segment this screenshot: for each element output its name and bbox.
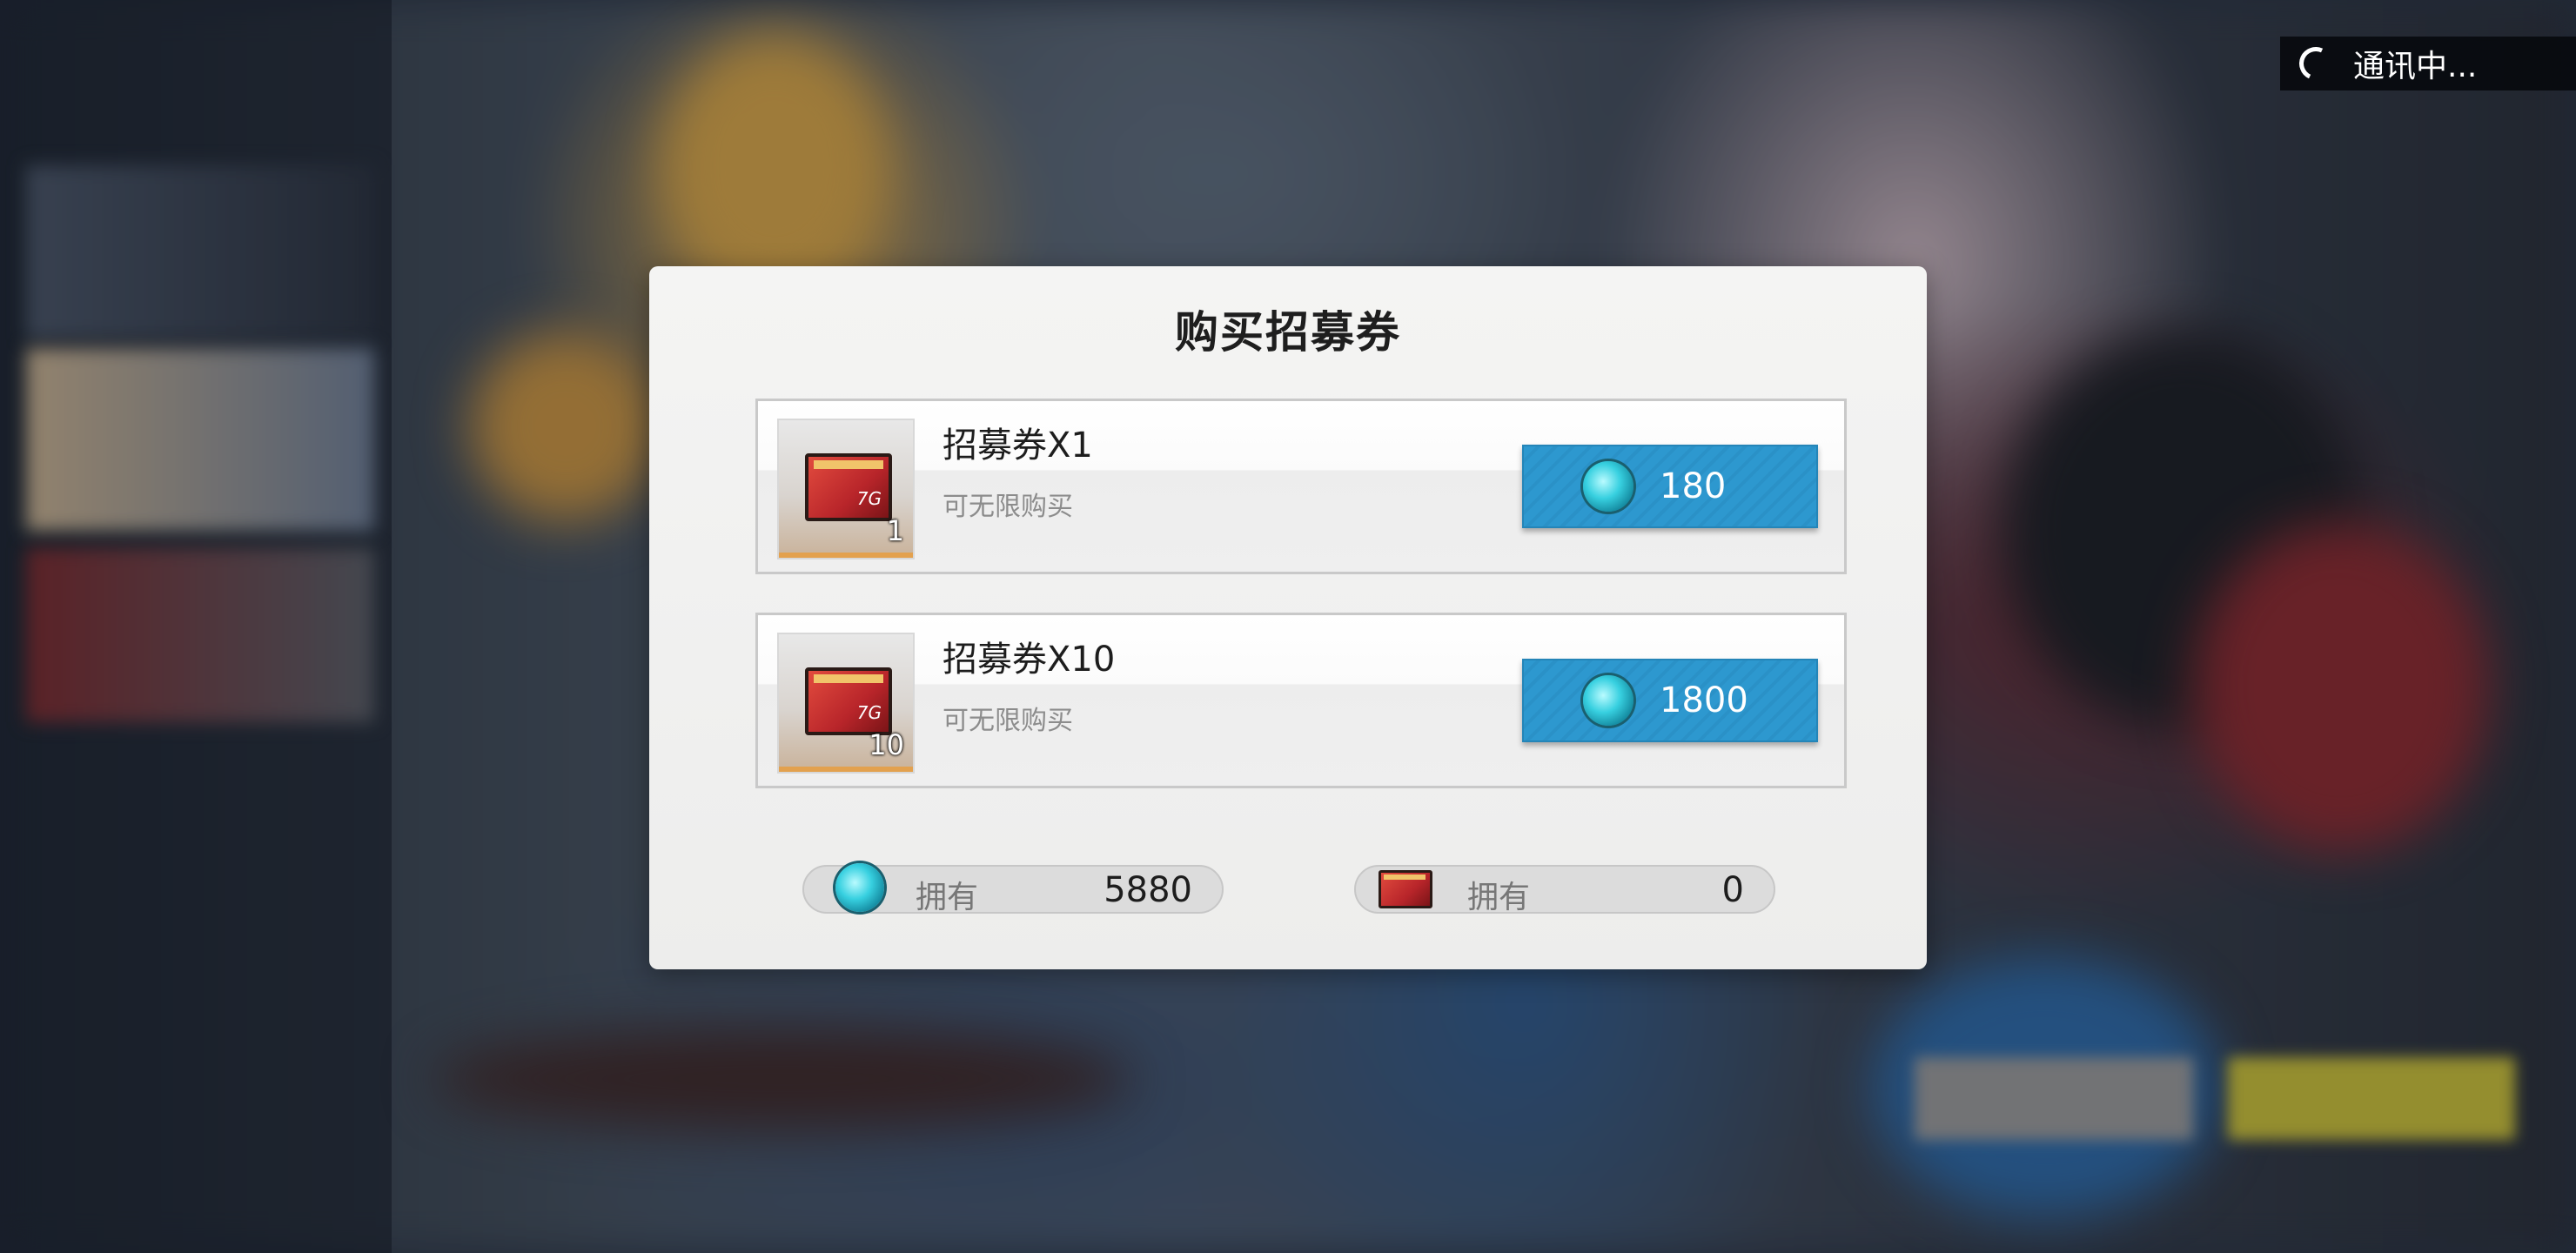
item-quantity: 10 (869, 728, 904, 761)
item-note: 可无限购买 (943, 492, 1073, 522)
buy-x1-button[interactable]: 180 (1522, 445, 1818, 528)
owned-tickets-counter: 拥有 0 (1354, 865, 1775, 915)
item-note: 可无限购买 (943, 706, 1073, 736)
recruit-ticket-icon: 7G 1 (777, 419, 915, 559)
dialog-title: 购买招募券 (1175, 306, 1401, 358)
owned-label: 拥有 (1467, 880, 1531, 915)
gem-icon (835, 863, 884, 912)
owned-label: 拥有 (916, 880, 979, 915)
item-row-x10: 7G 10 招募券X10 可无限购买 1800 (755, 613, 1847, 788)
item-quantity: 1 (886, 514, 904, 547)
loading-spinner-icon (2294, 42, 2338, 85)
owned-value: 5880 (1104, 870, 1192, 910)
owned-value: 0 (1721, 870, 1744, 910)
item-row-x1: 7G 1 招募券X1 可无限购买 180 (755, 399, 1847, 574)
gem-icon (1583, 461, 1633, 512)
connection-status-text: 通讯中... (2353, 49, 2478, 84)
item-name: 招募券X1 (943, 425, 1093, 466)
buy-x10-button[interactable]: 1800 (1522, 659, 1818, 742)
buy-price: 180 (1660, 466, 1727, 506)
recruit-ticket-icon: 7G 10 (777, 633, 915, 774)
gem-icon (1583, 675, 1633, 726)
connection-status-badge: 通讯中... (2280, 37, 2576, 90)
item-name: 招募券X10 (943, 640, 1116, 680)
owned-gems-counter: 拥有 5880 (802, 863, 1224, 915)
recruit-ticket-icon (1379, 870, 1432, 908)
purchase-dialog: 购买招募券 7G 1 招募券X1 可无限购买 180 7G 10 招募券X10 … (649, 266, 1927, 969)
buy-price: 1800 (1660, 680, 1748, 720)
